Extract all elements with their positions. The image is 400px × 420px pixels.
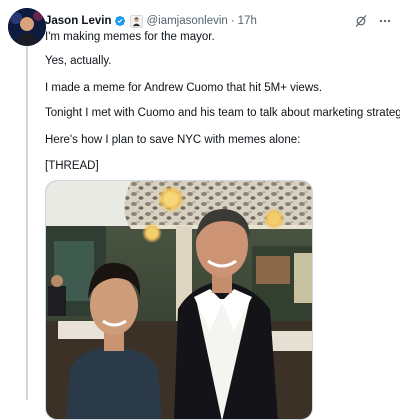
thread-connector-line: [26, 44, 28, 400]
more-options-icon[interactable]: [378, 14, 392, 28]
tweet-paragraph: Yes, actually.: [45, 55, 112, 67]
tweet-header: Jason Levin @iamjasonlevin · 17h: [45, 12, 392, 30]
tweet-paragraph: I'm making memes for the mayor.: [45, 31, 215, 43]
emoji-badge-icon[interactable]: [130, 14, 144, 28]
author-handle[interactable]: @iamjasonlevin: [146, 15, 227, 27]
tweet-paragraph: Tonight I met with Cuomo and his team to…: [45, 107, 400, 119]
verified-badge-icon[interactable]: [114, 15, 126, 27]
photo-image: [46, 181, 312, 419]
tweet-photo[interactable]: [45, 180, 313, 420]
header-separator: ·: [230, 15, 235, 27]
tweet-paragraph: I made a meme for Andrew Cuomo that hit …: [45, 82, 323, 94]
grok-icon[interactable]: [354, 14, 368, 28]
tweet-timestamp[interactable]: 17h: [238, 15, 257, 27]
author-name[interactable]: Jason Levin: [45, 15, 111, 27]
avatar[interactable]: [8, 8, 46, 46]
header-actions: [354, 14, 392, 28]
tweet-paragraph: Here's how I plan to save NYC with memes…: [45, 134, 301, 146]
avatar-image: [8, 8, 46, 46]
tweet-paragraph[interactable]: [THREAD]: [45, 159, 99, 173]
